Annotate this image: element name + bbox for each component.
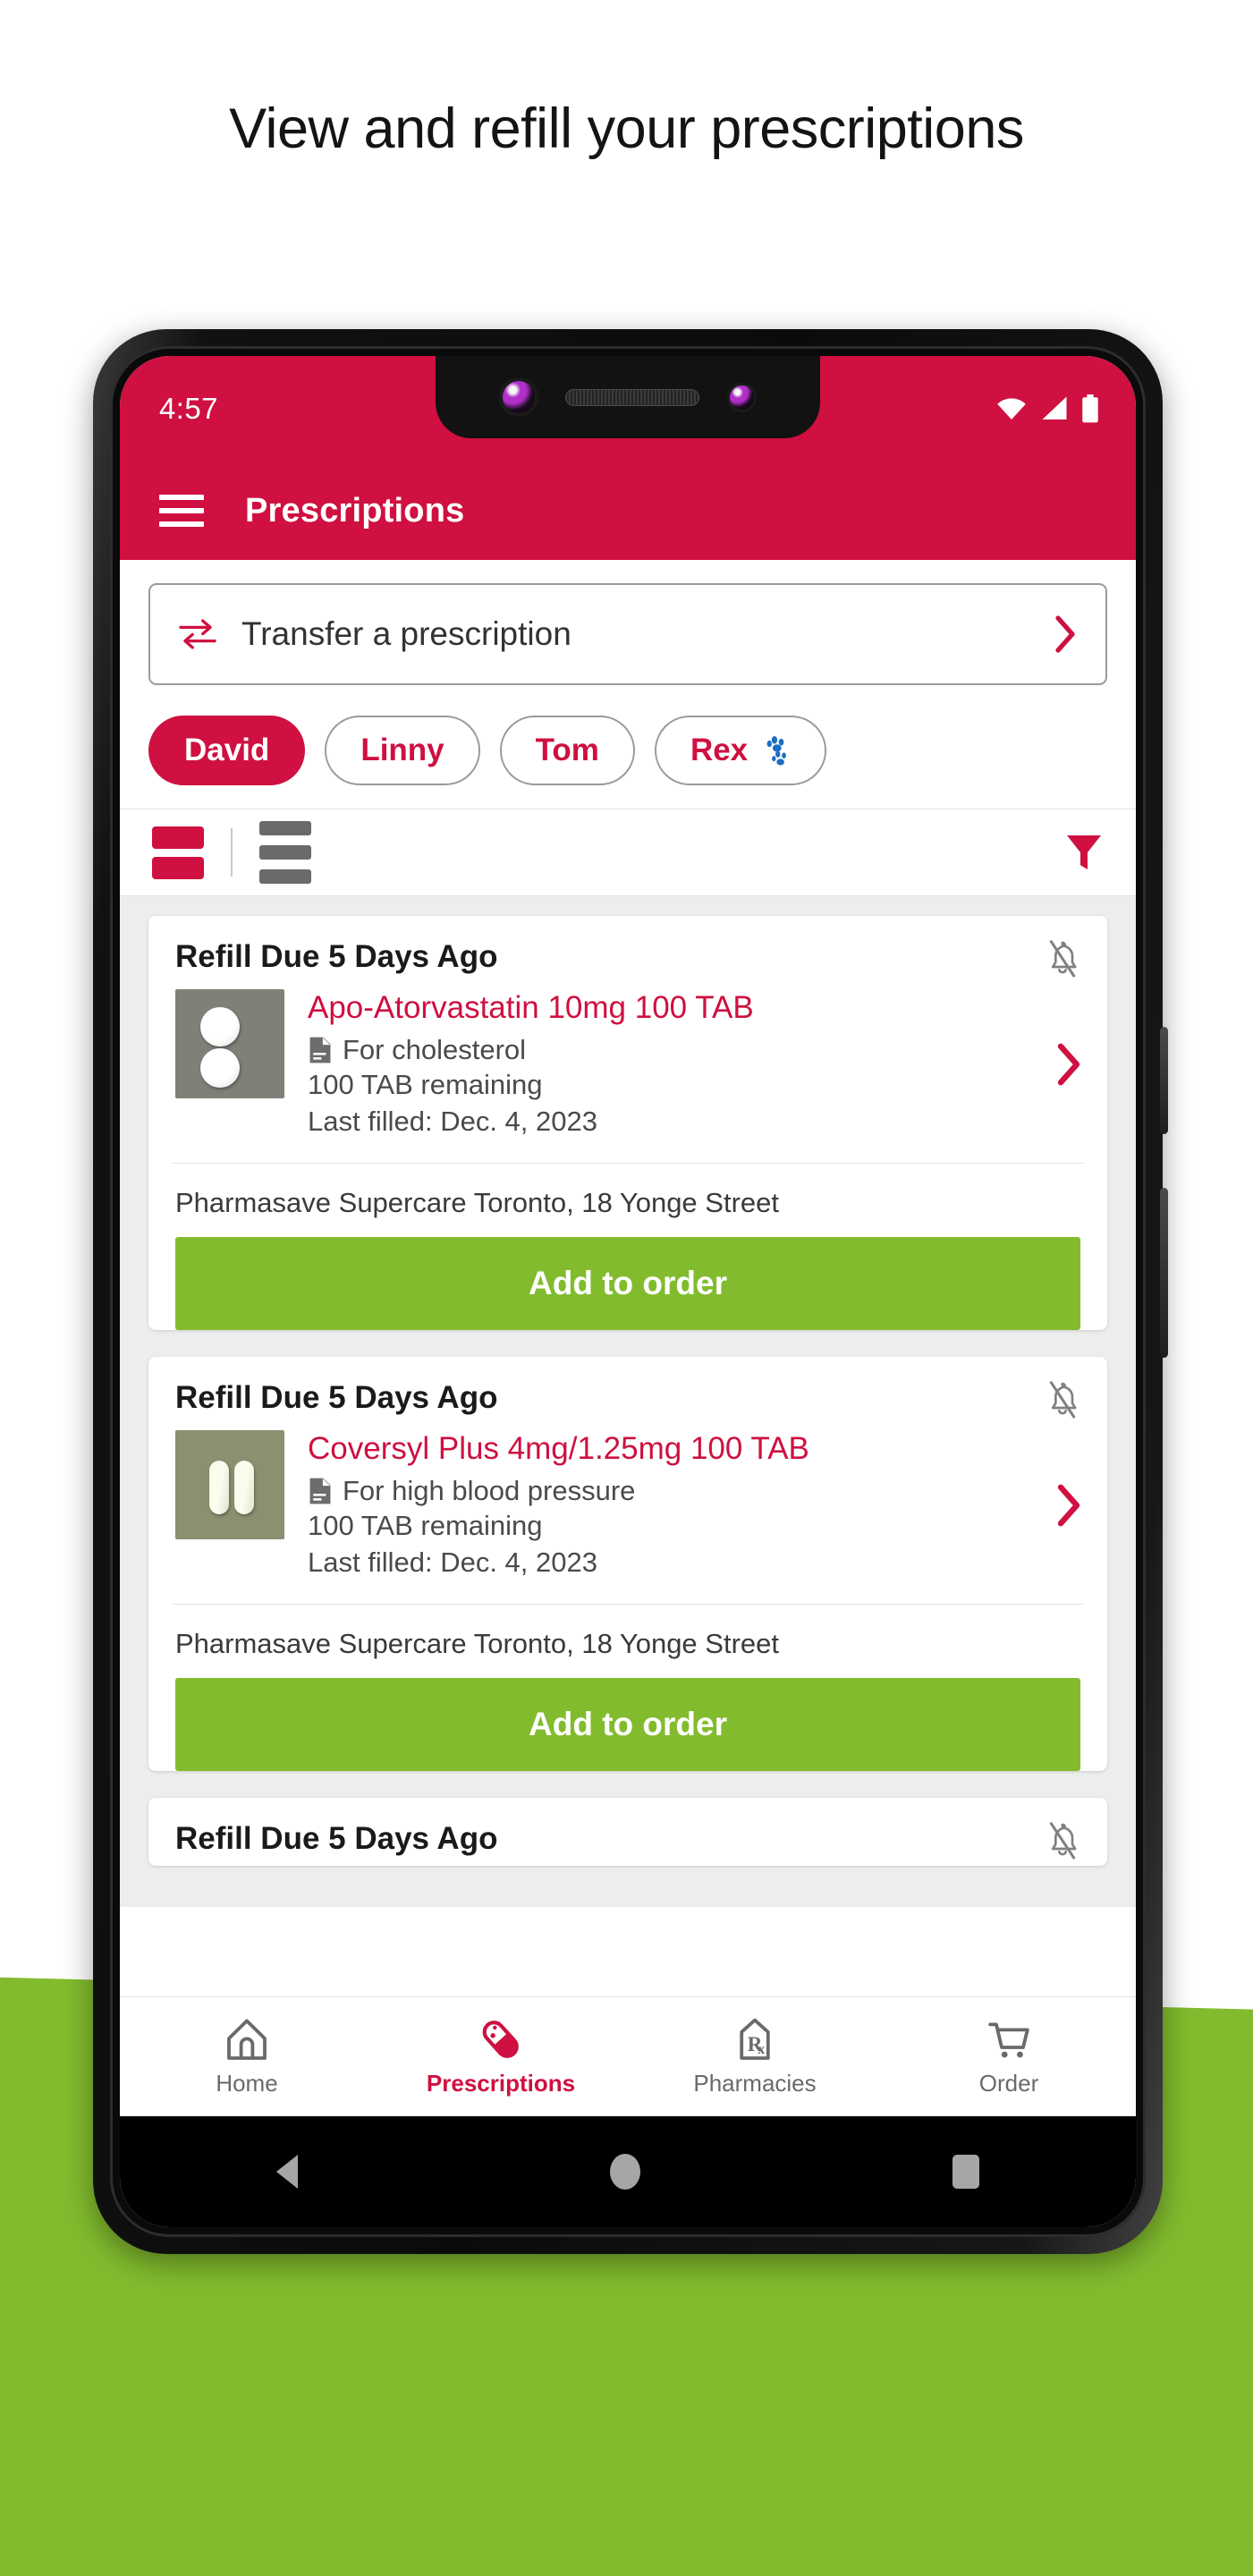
phone-screen: 4:57 Prescriptions Transfer a prescripti… [120,356,1136,2227]
card-view-icon[interactable] [152,826,204,879]
cellular-signal-icon [1042,396,1067,419]
status-icon-group [995,394,1100,423]
patient-chip-label: Linny [360,733,444,767]
status-bar: 4:57 [120,356,1136,462]
bell-off-icon[interactable] [1045,1821,1080,1860]
prescription-card[interactable]: Refill Due 5 Days Ago [148,1798,1107,1867]
toolbar-divider [231,828,233,877]
medication-remaining: 100 TAB remaining [308,1509,543,1541]
patient-chip-david[interactable]: David [148,716,306,785]
medication-last-filled: Last filled: Dec. 4, 2023 [308,1105,597,1137]
app-bar: Prescriptions [120,462,1136,560]
card-body: Apo-Atorvastatin 10mg 100 TAB For choles… [148,984,1107,1163]
add-to-order-button[interactable]: Add to order [175,1678,1080,1772]
shopping-cart-icon [988,2022,1029,2057]
view-toolbar [120,809,1136,896]
filter-funnel-icon[interactable] [1064,832,1104,873]
patient-chip-linny[interactable]: Linny [325,716,480,785]
back-button[interactable] [275,2155,298,2189]
nav-item-order[interactable]: Order [882,2017,1136,2097]
refill-status-label: Refill Due 5 Days Ago [175,1821,498,1857]
prescription-card[interactable]: Refill Due 5 Days Ago [148,916,1107,1331]
recents-button[interactable] [952,2155,980,2189]
card-header: Refill Due 5 Days Ago [148,1798,1107,1866]
medication-name[interactable]: Apo-Atorvastatin 10mg 100 TAB [308,989,1025,1028]
pharmacy-location: Pharmasave Supercare Toronto, 18 Yonge S… [175,1628,779,1660]
medication-name[interactable]: Coversyl Plus 4mg/1.25mg 100 TAB [308,1430,1025,1469]
svg-text:x: x [758,2041,765,2056]
card-body: Coversyl Plus 4mg/1.25mg 100 TAB For hig… [148,1425,1107,1604]
battery-icon [1082,394,1098,423]
medication-indication-row: For high blood pressure [308,1475,1025,1507]
nav-label: Order [978,2069,1039,2097]
nav-label: Pharmacies [693,2069,817,2097]
nav-label: Home [216,2069,278,2097]
home-icon [227,2019,267,2060]
patient-chip-tom[interactable]: Tom [499,716,635,785]
secondary-camera-icon [729,385,754,410]
transfer-prescription-button[interactable]: Transfer a prescription [148,583,1107,685]
page-title: View and refill your prescriptions [229,97,1024,160]
bottom-navigation-bar: Home Prescriptions R x Pharmacies Order [120,1996,1136,2116]
transfer-section: Transfer a prescription [120,560,1136,685]
prescription-card[interactable]: Refill Due 5 Days Ago [148,1357,1107,1772]
nav-item-prescriptions[interactable]: Prescriptions [374,2017,628,2097]
medication-info: Apo-Atorvastatin 10mg 100 TAB For choles… [308,989,1025,1140]
nav-item-home[interactable]: Home [120,2017,374,2097]
home-button[interactable] [609,2154,640,2190]
patient-chip-label: Tom [535,733,599,767]
status-clock: 4:57 [159,392,218,425]
paw-print-icon [766,736,787,766]
patient-chip-label: David [184,733,270,767]
add-to-order-button[interactable]: Add to order [175,1237,1080,1331]
medication-last-filled: Last filled: Dec. 4, 2023 [308,1546,597,1579]
page-root: View and refill your prescriptions 4:57 [0,0,1253,2576]
prescription-list[interactable]: Refill Due 5 Days Ago Apo-Atorvastatin 1… [120,896,1136,1907]
medication-remaining: 100 TAB remaining [308,1068,543,1100]
chevron-right-icon [1057,1484,1080,1527]
nav-item-pharmacies[interactable]: R x Pharmacies [628,2017,882,2097]
card-detail-chevron[interactable] [1048,1481,1084,1530]
patient-filter-chips: David Linny Tom Rex [120,685,1136,809]
medication-info: Coversyl Plus 4mg/1.25mg 100 TAB For hig… [308,1430,1025,1580]
phone-power-button [1160,1188,1168,1358]
medication-indication: For cholesterol [343,1033,527,1065]
phone-notch [436,356,820,438]
list-view-icon[interactable] [259,821,311,884]
refill-status-label: Refill Due 5 Days Ago [175,1380,498,1416]
document-icon [309,1037,331,1063]
card-detail-chevron[interactable] [1048,1040,1084,1089]
capsule-pill-icon [482,2020,519,2058]
card-header: Refill Due 5 Days Ago [148,1357,1107,1425]
phone-volume-button [1160,1027,1168,1134]
card-header: Refill Due 5 Days Ago [148,916,1107,984]
document-icon [309,1478,331,1504]
medication-image [175,989,284,1098]
rx-shield-icon: R x [740,2018,770,2060]
pharmacy-location: Pharmasave Supercare Toronto, 18 Yonge S… [175,1187,779,1219]
bell-off-icon[interactable] [1045,939,1080,979]
transfer-arrows-icon [179,619,216,649]
nav-label: Prescriptions [426,2069,576,2097]
earpiece-speaker [564,388,699,406]
app-content: Transfer a prescription David Linny Tom … [120,560,1136,1907]
refill-status-label: Refill Due 5 Days Ago [175,939,498,974]
medication-indication: For high blood pressure [343,1474,636,1506]
hamburger-menu-icon[interactable] [159,495,204,527]
chevron-right-icon [1057,1043,1080,1086]
medication-image [175,1430,284,1540]
patient-chip-label: Rex [690,733,749,767]
android-navigation-bar [120,2116,1136,2227]
medication-indication-row: For cholesterol [308,1034,1025,1066]
phone-device-frame: 4:57 Prescriptions Transfer a prescripti… [93,329,1168,2254]
front-camera-icon [502,381,535,413]
phone-bezel: 4:57 Prescriptions Transfer a prescripti… [110,346,1146,2237]
app-bar-title: Prescriptions [245,491,465,530]
bell-off-icon[interactable] [1045,1380,1080,1419]
wifi-icon [997,398,1026,419]
patient-chip-rex[interactable]: Rex [654,716,827,785]
transfer-prescription-label: Transfer a prescription [241,615,571,652]
chevron-right-icon [1055,615,1075,653]
